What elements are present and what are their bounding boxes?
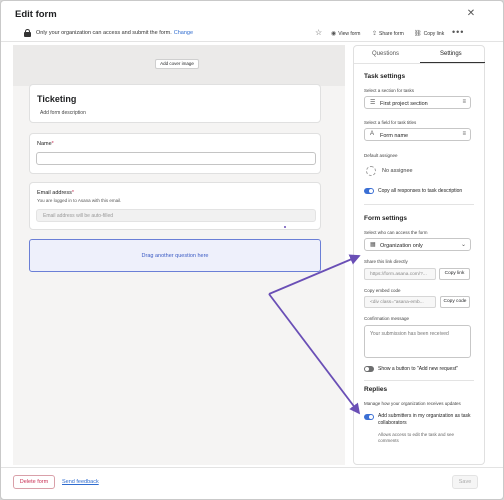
add-collaborators-toggle[interactable] [364, 414, 374, 420]
share-link-field[interactable]: https://form.asana.com/?... [364, 268, 436, 280]
view-form-label: View form [338, 31, 361, 37]
email-placeholder: Email address will be auto-filled [43, 213, 114, 219]
save-button: Save [452, 475, 478, 489]
copy-link-button[interactable]: ⛓ Copy link [414, 30, 444, 37]
tab-settings[interactable]: Settings [440, 51, 462, 57]
access-select[interactable]: ▦ Organization only ⌄ [364, 238, 471, 251]
share-form-label: Share form [379, 31, 404, 37]
task-settings-heading: Task settings [364, 73, 406, 80]
name-field[interactable] [36, 152, 316, 165]
field-select-value: Form name [380, 132, 409, 139]
footer-divider [1, 467, 503, 468]
share-link-value: https://form.asana.com/?... [370, 272, 427, 277]
access-notice: Only your organization can access and su… [36, 30, 193, 36]
assignee-label: Default assignee [364, 153, 398, 158]
section-divider [364, 380, 474, 381]
lock-icon [24, 29, 31, 37]
list-icon: ☰ [370, 100, 376, 106]
add-collaborators-label: Add submitters in my organization as tas… [378, 413, 471, 426]
form-description[interactable]: Add form description [40, 110, 86, 116]
delete-form-button[interactable]: Delete form [13, 475, 55, 489]
tab-questions[interactable]: Questions [372, 51, 399, 57]
form-toolbar: Only your organization can access and su… [1, 26, 503, 42]
add-cover-image-button[interactable]: Add cover image [155, 59, 199, 69]
access-label: Select who can access the form [364, 230, 428, 235]
question-label: Name* [37, 141, 54, 147]
edit-form-dialog: Edit form ✕ Only your organization can a… [0, 0, 504, 500]
link-icon: ⛓ [414, 31, 422, 37]
question-card-name[interactable]: Name* [29, 133, 321, 174]
copy-link-label: Copy link [423, 31, 445, 37]
cursor-dot [284, 226, 286, 228]
required-marker: * [71, 190, 74, 196]
question-label-text: Name [37, 141, 52, 147]
replies-description: Manage how your organization receives up… [364, 401, 461, 406]
drop-zone[interactable]: Drag another question here [29, 239, 321, 272]
question-card-email[interactable]: Email address* You are logged in to Asan… [29, 182, 321, 230]
embed-label: Copy embed code [364, 288, 401, 293]
menu-icon: ≡ [462, 130, 466, 137]
copy-code-button[interactable]: Copy code [440, 296, 470, 308]
close-icon[interactable]: ✕ [464, 7, 478, 21]
confirmation-message-field[interactable]: Your submission has been received [364, 325, 471, 358]
access-text: Only your organization can access and su… [36, 30, 172, 36]
copy-responses-toggle[interactable] [364, 188, 374, 194]
question-label-text: Email address [37, 190, 72, 196]
confirmation-message-value: Your submission has been received [370, 331, 449, 337]
section-label: Select a section for tasks [364, 88, 415, 93]
change-link[interactable]: Change [174, 30, 193, 36]
view-form-button[interactable]: ◉ View form [331, 30, 360, 37]
form-settings-heading: Form settings [364, 215, 407, 222]
drop-zone-label: Drag another question here [141, 253, 209, 259]
avatar-placeholder-icon[interactable] [366, 166, 376, 176]
section-select-value: First project section [380, 100, 428, 107]
text-field-icon: A [370, 131, 375, 137]
active-tab-indicator [420, 62, 485, 63]
replies-heading: Replies [364, 386, 388, 393]
settings-panel: Questions Settings Task settings Select … [353, 45, 485, 465]
add-new-request-label: Show a button to "Add new request" [378, 366, 458, 372]
star-icon[interactable]: ☆ [315, 28, 322, 37]
email-note: You are logged in to Asana with this ema… [37, 198, 122, 203]
share-link-label: Share this link directly [364, 259, 408, 264]
embed-code-value: <div class="asana-emb... [370, 300, 424, 305]
chevron-down-icon: ⌄ [460, 241, 466, 248]
field-select[interactable]: A Form name ≡ [364, 128, 471, 141]
add-collaborators-sublabel: Allows access to edit the task and see c… [378, 432, 455, 443]
more-options-icon[interactable]: ••• [452, 27, 464, 37]
section-divider [364, 204, 474, 205]
section-select[interactable]: ☰ First project section ≡ [364, 96, 471, 109]
add-new-request-toggle[interactable] [364, 366, 374, 372]
send-feedback-link[interactable]: Send feedback [62, 479, 99, 485]
required-marker: * [51, 141, 54, 147]
share-form-button[interactable]: ⇪ Share form [372, 30, 404, 37]
assignee-value[interactable]: No assignee [382, 168, 413, 174]
dialog-title: Edit form [15, 9, 57, 20]
eye-icon: ◉ [331, 31, 337, 37]
access-select-value: Organization only [380, 242, 423, 249]
email-field: Email address will be auto-filled [36, 209, 316, 222]
embed-code-field[interactable]: <div class="asana-emb... [364, 296, 436, 308]
copy-link-button-panel[interactable]: Copy link [439, 268, 470, 280]
field-label: Select a field for task titles [364, 120, 417, 125]
copy-responses-label: Copy all responses to task description [378, 188, 463, 194]
form-header-card[interactable]: Ticketing Add form description [29, 84, 321, 123]
share-icon: ⇪ [372, 31, 378, 37]
confirmation-label: Confirmation message [364, 316, 410, 321]
menu-icon: ≡ [462, 98, 466, 105]
question-label: Email address* [37, 190, 74, 196]
tab-divider [354, 63, 484, 64]
form-title[interactable]: Ticketing [37, 94, 76, 104]
building-icon: ▦ [370, 242, 376, 248]
